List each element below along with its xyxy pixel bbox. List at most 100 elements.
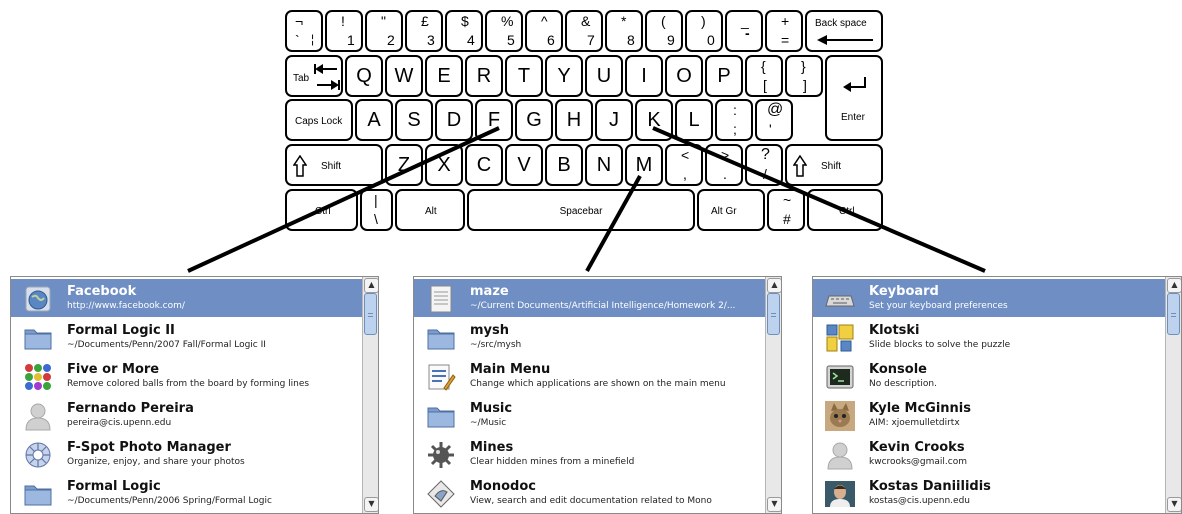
list-item[interactable]: Fernando Pereira pereira@cis.upenn.edu — [11, 396, 362, 434]
key-x[interactable]: X — [425, 144, 463, 186]
key-8[interactable]: * 8 — [605, 10, 643, 52]
shift-arrow-icon — [293, 155, 307, 177]
person-icon — [25, 403, 51, 431]
key-9[interactable]: ( 9 — [645, 10, 683, 52]
list-item[interactable]: Five or More Remove colored balls from t… — [11, 357, 362, 395]
key-pipe[interactable]: | \ — [360, 189, 393, 231]
list-item[interactable]: maze ~/Current Documents/Artificial Inte… — [414, 279, 765, 317]
key-alt[interactable]: Alt — [395, 189, 465, 231]
key-minus[interactable]: _ - — [725, 10, 763, 52]
key-d[interactable]: D — [435, 99, 473, 141]
key-6[interactable]: ^ 6 — [525, 10, 563, 52]
scroll-up-arrow-icon[interactable]: ▲ — [1167, 278, 1181, 293]
vertical-scrollbar[interactable]: ▲ ▼ — [765, 277, 781, 513]
scroll-down-arrow-icon[interactable]: ▼ — [767, 497, 781, 512]
scroll-thumb[interactable] — [364, 293, 377, 335]
list-item[interactable]: F-Spot Photo Manager Organize, enjoy, an… — [11, 435, 362, 473]
key-r[interactable]: R — [465, 55, 503, 97]
key-e[interactable]: E — [425, 55, 463, 97]
key-hash[interactable]: ~ # — [767, 189, 805, 231]
key-j[interactable]: J — [595, 99, 633, 141]
scroll-down-arrow-icon[interactable]: ▼ — [364, 497, 378, 512]
list-item[interactable]: Mines Clear hidden mines from a minefiel… — [414, 435, 765, 473]
scroll-up-arrow-icon[interactable]: ▲ — [364, 278, 378, 293]
key-y[interactable]: Y — [545, 55, 583, 97]
list-item[interactable]: Music ~/Music — [414, 396, 765, 434]
list-item[interactable]: Formal Logic II ~/Documents/Penn/2007 Fa… — [11, 318, 362, 356]
vertical-scrollbar[interactable]: ▲ ▼ — [1165, 277, 1181, 513]
key-bracket-close[interactable]: } ] — [785, 55, 823, 97]
menu-editor-icon — [428, 364, 456, 391]
key-5[interactable]: % 5 — [485, 10, 523, 52]
list-item[interactable]: Formal Logic ~/Documents/Penn/2006 Sprin… — [11, 474, 362, 512]
key-enter[interactable]: Enter — [825, 55, 883, 141]
key-i[interactable]: I — [625, 55, 663, 97]
list-item[interactable]: Main Menu Change which applications are … — [414, 357, 765, 395]
key-o[interactable]: O — [665, 55, 703, 97]
key-f[interactable]: F — [475, 99, 513, 141]
tab-arrows-icon — [314, 64, 340, 90]
key-caps-lock[interactable]: Caps Lock — [285, 99, 353, 141]
key-shift-left[interactable]: Shift — [285, 144, 383, 186]
folder-icon — [24, 329, 52, 350]
scroll-down-arrow-icon[interactable]: ▼ — [1167, 497, 1181, 512]
key-n[interactable]: N — [585, 144, 623, 186]
key-q[interactable]: Q — [345, 55, 383, 97]
key-slash[interactable]: ? / — [745, 144, 783, 186]
key-alt-gr[interactable]: Alt Gr — [697, 189, 765, 231]
vertical-scrollbar[interactable]: ▲ ▼ — [362, 277, 378, 513]
key-1[interactable]: ! 1 — [325, 10, 363, 52]
mine-icon — [428, 442, 454, 468]
list-item[interactable]: Kyle McGinnis AIM: xjoemulletdirtx — [813, 396, 1165, 434]
key-k[interactable]: K — [635, 99, 673, 141]
key-a[interactable]: A — [355, 99, 393, 141]
key-l[interactable]: L — [675, 99, 713, 141]
key-h[interactable]: H — [555, 99, 593, 141]
key-4[interactable]: $ 4 — [445, 10, 483, 52]
key-0[interactable]: ) 0 — [685, 10, 723, 52]
key-m[interactable]: M — [625, 144, 663, 186]
list-item[interactable]: Kostas Daniilidis kostas@cis.upenn.edu — [813, 474, 1165, 512]
key-z[interactable]: Z — [385, 144, 423, 186]
key-comma[interactable]: < , — [665, 144, 703, 186]
scroll-thumb[interactable] — [1167, 293, 1180, 335]
key-equals[interactable]: + = — [765, 10, 803, 52]
list-item[interactable]: Konsole No description. — [813, 357, 1165, 395]
key-s[interactable]: S — [395, 99, 433, 141]
key-shift-right[interactable]: Shift — [785, 144, 883, 186]
enter-arrow-icon — [843, 77, 866, 92]
list-item[interactable]: mysh ~/src/mysh — [414, 318, 765, 356]
backspace-arrow-icon — [817, 35, 873, 45]
key-v[interactable]: V — [505, 144, 543, 186]
keyboard: ¬ ` ¦ ! 1 " 2 £ 3 $ 4 % 5 ^ 6 & 7 * 8 ( … — [0, 0, 1182, 240]
key-u[interactable]: U — [585, 55, 623, 97]
key-p[interactable]: P — [705, 55, 743, 97]
scroll-thumb[interactable] — [767, 293, 780, 335]
klotski-icon — [826, 324, 854, 352]
key-tab[interactable]: Tab — [285, 55, 343, 97]
list-item[interactable]: Kevin Crooks kwcrooks@gmail.com — [813, 435, 1165, 473]
list-item[interactable]: Facebook http://www.facebook.com/ — [11, 279, 362, 317]
key-backtick[interactable]: ¬ ` ¦ — [285, 10, 323, 52]
list-item[interactable]: Keyboard Set your keyboard preferences — [813, 279, 1165, 317]
scroll-up-arrow-icon[interactable]: ▲ — [767, 278, 781, 293]
key-b[interactable]: B — [545, 144, 583, 186]
key-3[interactable]: £ 3 — [405, 10, 443, 52]
key-period[interactable]: > . — [705, 144, 743, 186]
list-item[interactable]: Klotski Slide blocks to solve the puzzle — [813, 318, 1165, 356]
key-t[interactable]: T — [505, 55, 543, 97]
key-at[interactable]: @ ' — [755, 99, 793, 141]
key-7[interactable]: & 7 — [565, 10, 603, 52]
key-ctrl-right[interactable]: Ctrl — [807, 189, 883, 231]
folder-icon — [24, 485, 52, 506]
key-g[interactable]: G — [515, 99, 553, 141]
key-backspace[interactable]: Back space — [805, 10, 883, 52]
key-2[interactable]: " 2 — [365, 10, 403, 52]
key-ctrl-left[interactable]: Ctrl — [285, 189, 358, 231]
key-spacebar[interactable]: Spacebar — [467, 189, 695, 231]
key-bracket-open[interactable]: { [ — [745, 55, 783, 97]
key-w[interactable]: W — [385, 55, 423, 97]
key-c[interactable]: C — [465, 144, 503, 186]
list-item[interactable]: Monodoc View, search and edit documentat… — [414, 474, 765, 512]
key-semicolon[interactable]: : ; — [715, 99, 753, 141]
